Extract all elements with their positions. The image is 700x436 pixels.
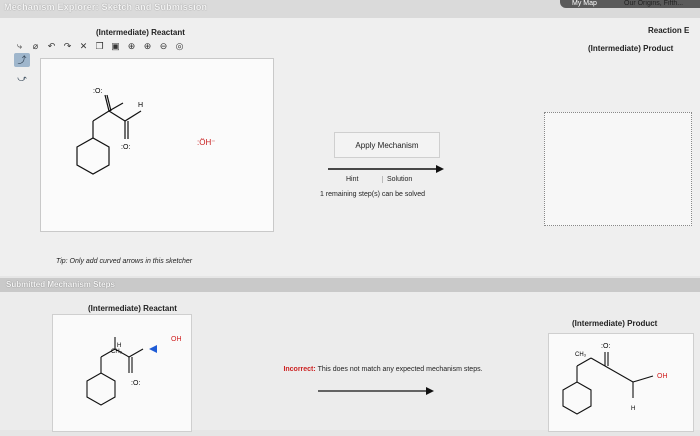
- half-arrow-icon[interactable]: ⤻: [14, 71, 30, 85]
- sketcher-tip: Tip: Only add curved arrows in this sket…: [56, 258, 193, 265]
- curved-arrow-icon[interactable]: ⤴: [14, 53, 30, 67]
- submitted-product-structure: CH₃ :O: OH H: [562, 343, 668, 415]
- zoom-in-alt-icon[interactable]: ⊕: [142, 41, 153, 52]
- reactant-label: (Intermediate) Reactant: [96, 28, 185, 37]
- feedback-message: Incorrect: This does not match any expec…: [268, 366, 498, 373]
- incorrect-label: Incorrect:: [283, 366, 316, 373]
- nav-origins-link[interactable]: Our Origins, Fifth...: [624, 0, 683, 7]
- reactant-structure: H :O: :O: :ÖH⁻: [76, 88, 215, 175]
- incorrect-message: This does not match any expected mechani…: [317, 366, 483, 373]
- sketcher-toolbar: ⤷ ⌀ ↶ ↷ ✕ ❐ ▣ ⊕ ⊕ ⊖ ◎: [14, 40, 185, 52]
- submitted-product-oh: OH: [657, 373, 668, 380]
- submitted-reactant-box: H CH₃ OH :O:: [52, 314, 192, 432]
- hint-button[interactable]: Hint: [346, 176, 358, 183]
- submitted-product-label: (Intermediate) Product: [572, 319, 658, 328]
- selection-arrow-icon: [149, 345, 157, 353]
- zoom-in-icon[interactable]: ⊕: [126, 41, 137, 52]
- solution-button[interactable]: Solution: [382, 176, 412, 183]
- undo-icon[interactable]: ↶: [46, 41, 57, 52]
- submitted-reaction-arrow: [318, 387, 434, 395]
- remaining-steps-text: 1 remaining step(s) can be solved: [320, 191, 426, 198]
- nav-my-map-link[interactable]: My Map: [572, 0, 597, 7]
- submitted-product-h: H: [631, 406, 635, 412]
- zoom-out-icon[interactable]: ⊖: [158, 41, 169, 52]
- product-drop-area[interactable]: [544, 112, 692, 226]
- reaction-label: Reaction E: [648, 26, 690, 35]
- ketone-oxygen: :O:: [121, 144, 130, 151]
- zoom-fit-icon[interactable]: ◎: [174, 41, 185, 52]
- clear-icon[interactable]: ✕: [78, 41, 89, 52]
- cyclohexane-ring: [76, 137, 110, 175]
- submitted-product-box: CH₃ :O: OH H: [548, 333, 694, 432]
- select-icon[interactable]: ⤷: [14, 41, 25, 52]
- eraser-icon[interactable]: ⌀: [30, 41, 41, 52]
- submitted-reactant-structure: H CH₃ OH :O:: [86, 336, 182, 406]
- page-title: Mechanism Explorer: Sketch and Submissio…: [4, 2, 208, 12]
- product-label: (Intermediate) Product: [588, 44, 674, 53]
- paste-icon[interactable]: ▣: [110, 41, 121, 52]
- apply-mechanism-button[interactable]: Apply Mechanism: [334, 132, 440, 158]
- aldehyde-h: H: [138, 102, 143, 109]
- copy-icon[interactable]: ❐: [94, 41, 105, 52]
- hydroxide-label: :ÖH⁻: [197, 138, 215, 147]
- submitted-reactant-label: (Intermediate) Reactant: [88, 304, 177, 313]
- aldehyde-oxygen: :O:: [93, 88, 102, 95]
- redo-icon[interactable]: ↷: [62, 41, 73, 52]
- submitted-reactant-ch3: CH₃: [111, 349, 123, 355]
- submitted-reactant-oh: OH: [171, 336, 182, 343]
- submitted-product-ch3: CH₃: [575, 352, 587, 358]
- submitted-reactant-oxygen: :O:: [131, 380, 140, 387]
- submitted-product-oxygen: :O:: [601, 343, 610, 350]
- submitted-title: Submitted Mechanism Steps: [6, 280, 115, 289]
- sketcher-sidebar: ⤴ ⤻: [12, 52, 32, 212]
- sketcher-canvas[interactable]: H :O: :O: :ÖH⁻: [40, 58, 274, 232]
